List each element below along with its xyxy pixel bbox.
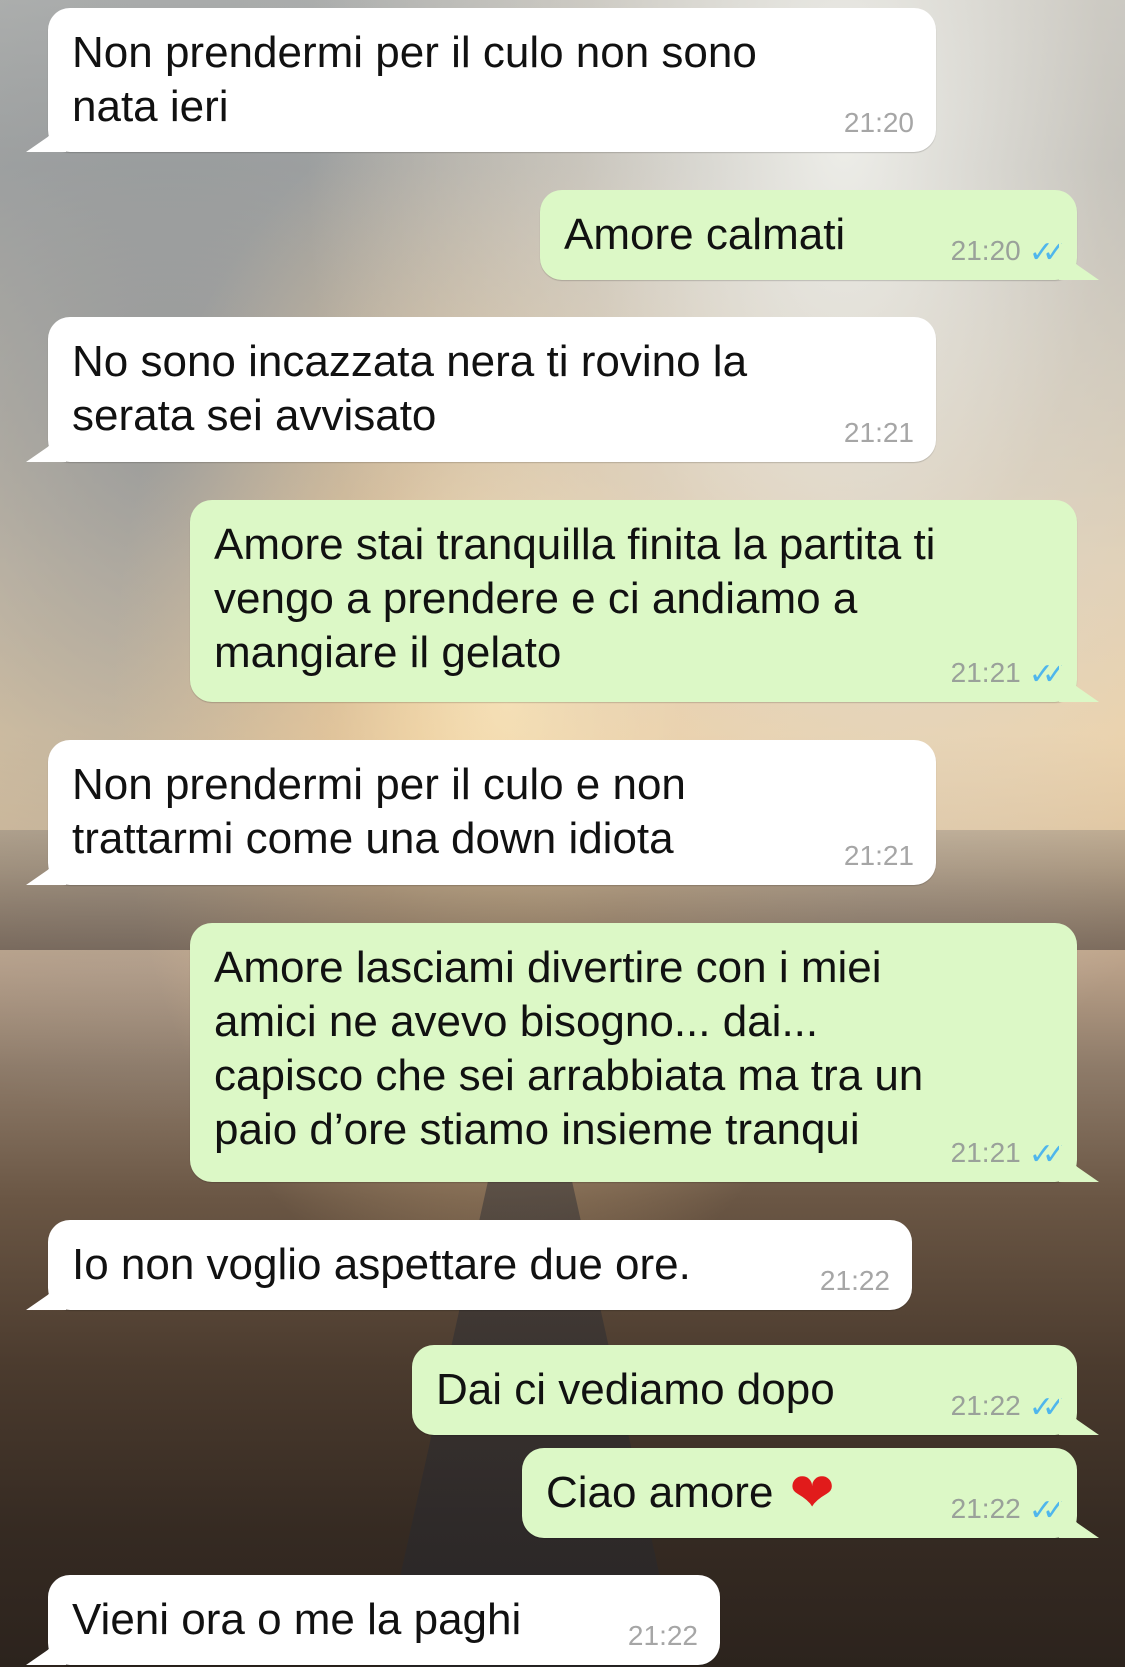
message-meta: 21:21 ✓✓ <box>950 1137 1067 1171</box>
message-bubble-outgoing[interactable]: Amore lasciami divertire con i miei amic… <box>190 923 1077 1182</box>
message-time: 21:21 <box>843 840 914 871</box>
message-meta: 21:21 ✓✓ <box>950 657 1067 691</box>
message-text: Vieni ora o me la paghi <box>72 1595 522 1644</box>
message-bubble-incoming[interactable]: Vieni ora o me la paghi 21:22 <box>48 1575 720 1665</box>
double-check-icon: ✓✓ <box>1028 658 1067 691</box>
message-meta: 21:22 ✓✓ <box>950 1493 1067 1527</box>
message-bubble-incoming[interactable]: Non prendermi per il culo non sono nata … <box>48 8 936 152</box>
message-text: Amore lasciami divertire con i miei amic… <box>214 943 924 1154</box>
double-check-icon: ✓✓ <box>1028 1138 1067 1171</box>
message-time: 21:20 <box>843 107 914 138</box>
message-bubble-incoming[interactable]: Non prendermi per il culo e non trattarm… <box>48 740 936 885</box>
message-text: No sono incazzata nera ti rovino la sera… <box>72 337 748 440</box>
message-bubble-incoming[interactable]: No sono incazzata nera ti rovino la sera… <box>48 317 936 462</box>
message-bubble-incoming[interactable]: Io non voglio aspettare due ore. 21:22 <box>48 1220 912 1310</box>
double-check-icon: ✓✓ <box>1028 1391 1067 1424</box>
message-text: Non prendermi per il culo non sono nata … <box>72 28 757 131</box>
message-bubble-outgoing[interactable]: Amore calmati 21:20 ✓✓ <box>540 190 1077 280</box>
message-text: Non prendermi per il culo e non trattarm… <box>72 760 686 863</box>
message-time: 21:22 <box>627 1620 698 1651</box>
message-bubble-outgoing[interactable]: Amore stai tranquilla finita la partita … <box>190 500 1077 702</box>
double-check-icon: ✓✓ <box>1028 236 1067 269</box>
message-meta: 21:20 ✓✓ <box>950 235 1067 269</box>
message-text: Io non voglio aspettare due ore. <box>72 1240 691 1289</box>
message-bubble-outgoing[interactable]: Dai ci vediamo dopo 21:22 ✓✓ <box>412 1345 1077 1435</box>
double-check-icon: ✓✓ <box>1028 1494 1067 1527</box>
message-meta: 21:22 ✓✓ <box>950 1390 1067 1424</box>
message-text: Amore stai tranquilla finita la partita … <box>214 520 936 677</box>
message-time: 21:22 <box>819 1265 890 1296</box>
heart-emoji-icon: ❤ <box>789 1463 835 1523</box>
message-bubble-outgoing[interactable]: Ciao amore ❤ 21:22 ✓✓ <box>522 1448 1077 1538</box>
message-time: 21:21 <box>843 417 914 448</box>
